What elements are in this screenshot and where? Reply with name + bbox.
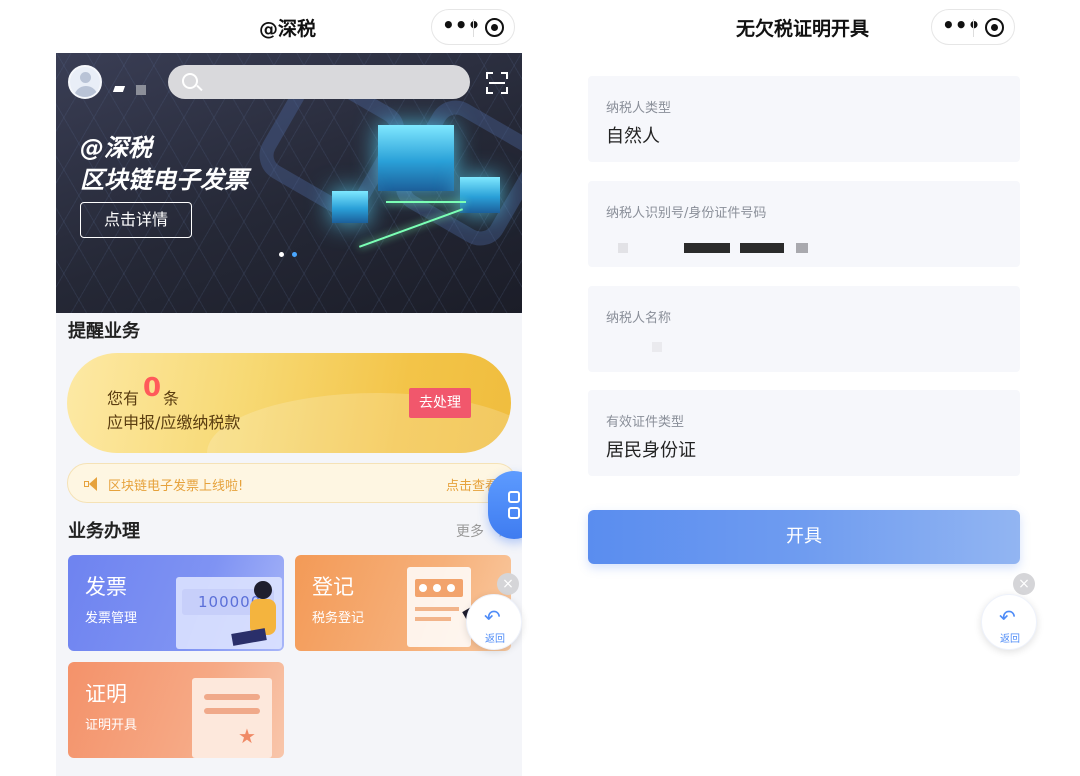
scan-icon[interactable]: [486, 72, 508, 94]
registration-illustration: [419, 584, 427, 592]
registration-illustration: [415, 607, 459, 611]
back-label: 返回: [485, 634, 505, 645]
announcement-bar[interactable]: 区块链电子发票上线啦! 点击查看: [67, 463, 517, 503]
floating-menu-button[interactable]: [488, 471, 522, 539]
close-float-icon[interactable]: ×: [1013, 573, 1035, 595]
card-subtitle: 发票管理: [85, 611, 138, 626]
redaction-block: [796, 243, 808, 253]
close-float-icon[interactable]: ×: [497, 573, 519, 595]
blockchain-cube-icon: [460, 177, 500, 213]
more-link[interactable]: 更多: [456, 521, 484, 541]
capsule-divider: [473, 19, 474, 37]
close-miniprogram-icon[interactable]: [485, 18, 504, 37]
field-label: 有效证件类型: [606, 415, 685, 430]
banner-decoration: [386, 201, 466, 203]
username-redacted: [112, 86, 126, 92]
field-label: 纳税人识别号/身份证件号码: [606, 206, 767, 221]
capsule-divider: [973, 19, 974, 37]
id-document-type-field[interactable]: 有效证件类型 居民身份证: [588, 390, 1020, 476]
tax-certificate-screen: 无欠税证明开具 ••• 纳税人类型 自然人 纳税人识别号/身份证件号码 纳税人名…: [540, 0, 1080, 776]
redaction-block: [618, 243, 628, 253]
blockchain-cube-icon: [378, 125, 454, 191]
field-value: 自然人: [606, 126, 660, 147]
field-value: 居民身份证: [606, 440, 696, 461]
star-icon: ★: [238, 724, 256, 748]
card-title: 证明: [85, 682, 127, 706]
announcement-text: 区块链电子发票上线啦!: [108, 479, 244, 494]
section-title-business: 业务办理: [68, 521, 140, 542]
back-float-button[interactable]: ↶ 返回: [466, 594, 522, 650]
card-subtitle: 证明开具: [85, 718, 138, 733]
card-subtitle: 税务登记: [312, 611, 365, 626]
redaction-block: [652, 342, 662, 352]
certificate-illustration: [204, 708, 260, 714]
blockchain-cube-icon: [332, 191, 368, 223]
reminder-count: 0: [143, 373, 162, 403]
certificate-illustration: [204, 694, 260, 700]
card-title: 登记: [312, 575, 354, 599]
carousel-dot-active[interactable]: [292, 252, 297, 257]
registration-illustration: [415, 617, 451, 621]
more-menu-icon[interactable]: •••: [442, 13, 480, 37]
username-redacted: [136, 85, 146, 95]
certificate-illustration: [192, 678, 272, 758]
registration-illustration: [433, 584, 441, 592]
return-arrow-icon: ↶: [999, 605, 1016, 629]
close-miniprogram-icon[interactable]: [985, 18, 1004, 37]
registration-illustration: [447, 584, 455, 592]
search-input[interactable]: [168, 65, 470, 99]
section-title-reminders: 提醒业务: [68, 321, 140, 342]
speaker-icon: [84, 477, 100, 491]
carousel-dot[interactable]: [279, 252, 284, 257]
card-title: 发票: [85, 575, 127, 599]
person-illustration: [254, 581, 272, 599]
miniprogram-capsule: •••: [931, 9, 1015, 45]
home-screen: @深税 ••• @深税 区块链电子发票 点击详情 提醒业务 您有 0 条 应申报…: [0, 0, 540, 776]
field-label: 纳税人名称: [606, 311, 672, 326]
page-title: @深税: [259, 18, 317, 40]
home-content: @深税 区块链电子发票 点击详情 提醒业务 您有 0 条 应申报/应缴纳税款 去…: [56, 53, 522, 776]
service-card-certificate[interactable]: ★ 证明 证明开具: [68, 662, 284, 758]
back-float-button[interactable]: ↶ 返回: [981, 594, 1037, 650]
back-label: 返回: [1000, 634, 1020, 645]
promo-banner[interactable]: @深税 区块链电子发票 点击详情: [56, 53, 522, 313]
search-icon: [182, 73, 198, 89]
issue-certificate-button[interactable]: 开具: [588, 510, 1020, 564]
reminder-unit: 条: [163, 389, 180, 408]
process-button[interactable]: 去处理: [409, 388, 471, 418]
banner-headline: @深税: [80, 134, 152, 162]
redaction-block: [684, 243, 730, 253]
banner-subheadline: 区块链电子发票: [80, 166, 248, 194]
app-grid-icon: [508, 491, 520, 503]
taxpayer-id-field[interactable]: 纳税人识别号/身份证件号码: [588, 181, 1020, 267]
taxpayer-name-field[interactable]: 纳税人名称: [588, 286, 1020, 372]
app-grid-icon: [508, 507, 520, 519]
miniprogram-capsule: •••: [431, 9, 515, 45]
reminder-description: 应申报/应缴纳税款: [107, 413, 241, 432]
reminder-prefix: 您有: [107, 389, 140, 408]
return-arrow-icon: ↶: [484, 605, 501, 629]
page-title: 无欠税证明开具: [736, 18, 870, 40]
service-card-invoice[interactable]: 100000 发票 发票管理: [68, 555, 284, 651]
more-menu-icon[interactable]: •••: [942, 13, 980, 37]
reminder-card[interactable]: 您有 0 条 应申报/应缴纳税款 去处理: [67, 353, 511, 453]
banner-details-button[interactable]: 点击详情: [80, 202, 192, 238]
taxpayer-type-field[interactable]: 纳税人类型 自然人: [588, 76, 1020, 162]
field-label: 纳税人类型: [606, 101, 672, 116]
avatar[interactable]: [68, 65, 102, 99]
redaction-block: [740, 243, 784, 253]
